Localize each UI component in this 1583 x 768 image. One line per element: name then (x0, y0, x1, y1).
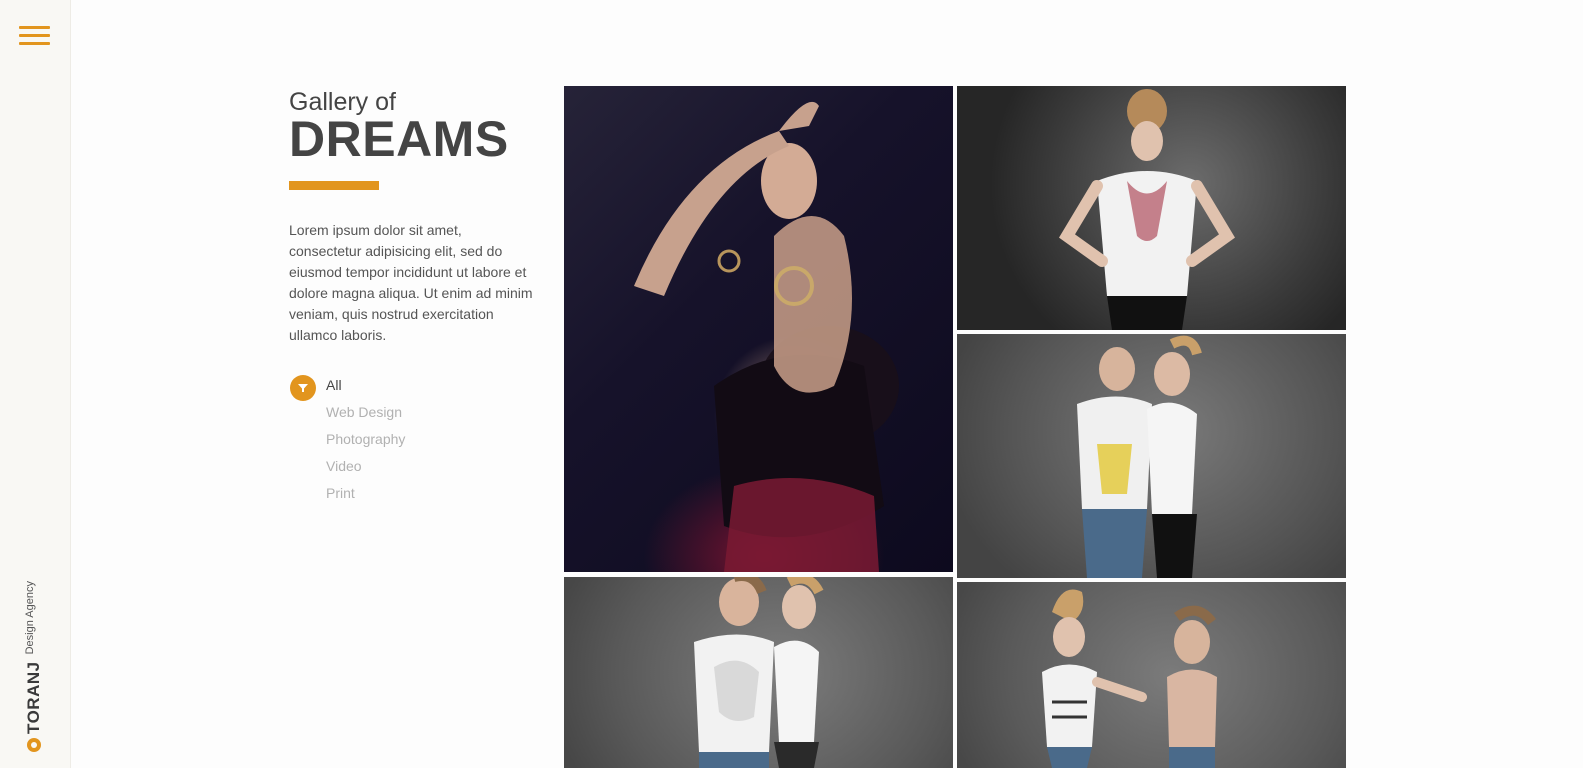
filter-print[interactable]: Print (326, 485, 405, 512)
sidebar: TORANJ Design Agency (0, 0, 71, 768)
brand-logo-icon (27, 738, 41, 752)
brand-name: TORANJ (24, 661, 43, 734)
filter-icon[interactable] (290, 375, 316, 401)
brand-tagline: Design Agency (23, 581, 36, 655)
gallery-photo-5 (1042, 589, 1217, 768)
gallery-photo-2 (1059, 89, 1235, 330)
filter-photography[interactable]: Photography (326, 431, 405, 458)
gallery-item-3[interactable] (957, 334, 1346, 578)
gallery-item-5[interactable] (957, 582, 1346, 768)
gallery-photo-1 (634, 101, 899, 572)
filter-all[interactable]: All (326, 377, 405, 404)
gallery-photo-4 (694, 577, 824, 768)
gallery-item-1[interactable] (564, 86, 953, 572)
intro-section: Gallery of DREAMS Lorem ipsum dolor sit … (289, 88, 539, 346)
gallery-item-2[interactable] (957, 86, 1346, 330)
gallery-photo-3 (1077, 335, 1202, 578)
title-underline (289, 181, 379, 190)
filter-list: All Web Design Photography Video Print (326, 377, 405, 512)
intro-description: Lorem ipsum dolor sit amet, consectetur … (289, 222, 533, 343)
gallery-item-4[interactable] (564, 577, 953, 768)
page-title: DREAMS (289, 111, 509, 167)
filter-video[interactable]: Video (326, 458, 405, 485)
brand[interactable]: TORANJ Design Agency (24, 581, 44, 752)
filter-web-design[interactable]: Web Design (326, 404, 405, 431)
hamburger-menu-icon[interactable] (19, 26, 50, 46)
